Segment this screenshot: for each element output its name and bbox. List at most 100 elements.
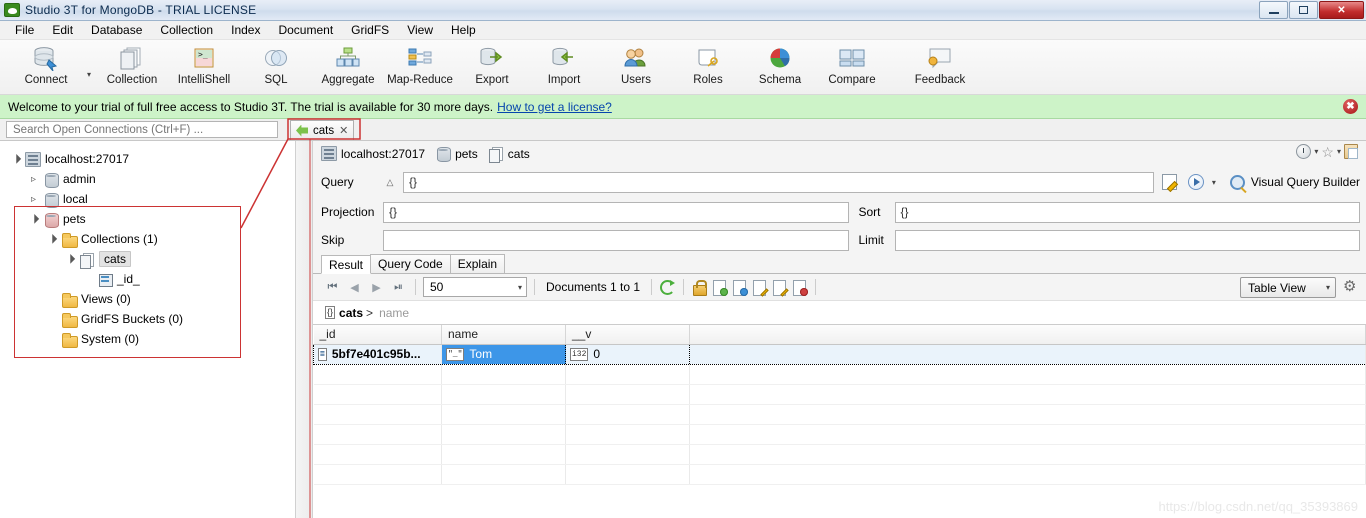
search-open-connections[interactable]: [6, 121, 278, 138]
run-dropdown-caret[interactable]: ▾: [1212, 178, 1216, 187]
page-size-select[interactable]: 50 ▾: [423, 277, 527, 297]
tree-node-local[interactable]: local: [10, 189, 295, 209]
tree-node-collections[interactable]: Collections (1): [10, 229, 295, 249]
projection-input[interactable]: {}: [383, 201, 849, 223]
cell-v[interactable]: i32 0: [565, 343, 690, 365]
menu-document[interactable]: Document: [269, 21, 342, 39]
table-row: [313, 384, 1366, 405]
collapse-icon[interactable]: △: [383, 177, 397, 188]
tab-query-code[interactable]: Query Code: [370, 254, 451, 273]
view-json-icon[interactable]: [731, 279, 749, 296]
gear-icon[interactable]: ⚙: [1343, 279, 1359, 295]
limit-label: Limit: [858, 233, 884, 247]
tree-node-pets[interactable]: pets: [10, 209, 295, 229]
title-bar: Studio 3T for MongoDB - TRIAL LICENSE ✕: [0, 0, 1366, 21]
users-icon: [623, 44, 649, 72]
tab-close-icon[interactable]: ✕: [339, 124, 348, 137]
toolbar-map-reduce[interactable]: Map-Reduce: [384, 40, 456, 86]
menu-collection[interactable]: Collection: [151, 21, 222, 39]
breadcrumb-collection[interactable]: cats: [508, 147, 530, 161]
toolbar-compare[interactable]: Compare: [816, 40, 888, 86]
menu-gridfs[interactable]: GridFS: [342, 21, 398, 39]
pane-splitter[interactable]: [296, 141, 313, 518]
tree-node-system[interactable]: System (0): [10, 329, 295, 349]
connect-dropdown-caret[interactable]: ▾: [82, 70, 96, 79]
limit-input[interactable]: [894, 229, 1360, 251]
first-page-button[interactable]: ⏮: [323, 278, 342, 297]
tree-node-views[interactable]: Views (0): [10, 289, 295, 309]
toolbar-export[interactable]: Export: [456, 40, 528, 86]
prev-page-button[interactable]: ◀: [345, 278, 364, 297]
add-document-icon[interactable]: [711, 279, 729, 296]
chevron-down-icon[interactable]: ▾: [1337, 147, 1341, 156]
menu-database[interactable]: Database: [82, 21, 151, 39]
twisty-icon[interactable]: [28, 214, 39, 225]
cell-name[interactable]: "_" Tom: [441, 343, 566, 365]
toolbar-roles[interactable]: Roles: [672, 40, 744, 86]
twisty-icon[interactable]: [28, 194, 39, 205]
query-input[interactable]: {}: [403, 171, 1154, 193]
lock-icon[interactable]: [691, 279, 708, 296]
clone-document-icon[interactable]: [771, 279, 788, 296]
twisty-icon[interactable]: [10, 154, 21, 165]
menu-edit[interactable]: Edit: [43, 21, 82, 39]
chevron-down-icon[interactable]: ▾: [1314, 147, 1318, 156]
toolbar-feedback[interactable]: Feedback: [904, 40, 976, 86]
skip-input[interactable]: [383, 229, 849, 251]
column-header-name[interactable]: name: [441, 325, 566, 345]
tab-cats[interactable]: cats ✕: [290, 120, 355, 140]
toolbar-sql[interactable]: SQL: [240, 40, 312, 86]
menu-help[interactable]: Help: [442, 21, 485, 39]
banner-close-icon[interactable]: ✖: [1343, 99, 1358, 114]
tree-node-cats[interactable]: cats: [10, 249, 295, 269]
clipboard-icon[interactable]: [1344, 144, 1358, 159]
search-input[interactable]: [11, 122, 277, 137]
twisty-icon[interactable]: [64, 254, 75, 265]
tree-node-admin[interactable]: admin: [10, 169, 295, 189]
column-header-v[interactable]: __v: [565, 325, 690, 345]
refresh-icon[interactable]: [659, 279, 676, 296]
toolbar-collection[interactable]: Collection: [96, 40, 168, 86]
toolbar-schema[interactable]: Schema: [744, 40, 816, 86]
documents-range-label: Documents 1 to 1: [546, 280, 641, 294]
view-mode-select[interactable]: Table View ▾: [1240, 277, 1336, 298]
favorite-star-icon[interactable]: ☆: [1321, 145, 1334, 159]
visual-query-builder-button[interactable]: Visual Query Builder: [1251, 175, 1360, 189]
menu-index[interactable]: Index: [222, 21, 269, 39]
toolbar-connect[interactable]: Connect: [10, 40, 82, 86]
history-icon[interactable]: [1296, 144, 1312, 159]
tree-node-localhost[interactable]: localhost:27017: [10, 149, 295, 169]
minimize-button[interactable]: [1259, 1, 1288, 19]
breadcrumb-server[interactable]: localhost:27017: [341, 147, 425, 161]
sort-input[interactable]: {}: [894, 201, 1360, 223]
run-query-button[interactable]: [1186, 172, 1206, 192]
delete-document-icon[interactable]: [791, 279, 809, 296]
maximize-button[interactable]: [1289, 1, 1318, 19]
aggregate-icon: [335, 44, 361, 72]
toolbar-aggregate[interactable]: Aggregate: [312, 40, 384, 86]
tab-explain[interactable]: Explain: [449, 254, 506, 273]
edit-query-button[interactable]: [1160, 172, 1180, 192]
menu-view[interactable]: View: [398, 21, 442, 39]
toolbar-import[interactable]: Import: [528, 40, 600, 86]
menu-file[interactable]: File: [6, 21, 43, 39]
breadcrumb: localhost:27017 pets cats ▾ ☆ ▾: [313, 141, 1366, 166]
close-button[interactable]: ✕: [1319, 1, 1364, 19]
toolbar-users[interactable]: Users: [600, 40, 672, 86]
next-page-button[interactable]: ▶: [367, 278, 386, 297]
cell-id[interactable]: ≣ 5bf7e401c95b...: [313, 343, 442, 365]
collection-icon: [119, 44, 145, 72]
column-header-id[interactable]: _id: [313, 325, 442, 345]
tab-result[interactable]: Result: [321, 255, 372, 274]
tree-node-id-index[interactable]: _id_: [10, 269, 295, 289]
last-page-button[interactable]: ⏯: [389, 278, 408, 297]
svg-text:>_: >_: [198, 50, 208, 59]
twisty-icon[interactable]: [28, 174, 39, 185]
breadcrumb-database[interactable]: pets: [455, 147, 478, 161]
table-row[interactable]: ≣ 5bf7e401c95b... "_" Tom i32 0: [313, 343, 1366, 365]
tree-node-gridfs-buckets[interactable]: GridFS Buckets (0): [10, 309, 295, 329]
edit-document-icon[interactable]: [751, 279, 768, 296]
get-license-link[interactable]: How to get a license?: [497, 100, 612, 114]
twisty-icon[interactable]: [46, 234, 57, 245]
toolbar-intellishell[interactable]: >_ IntelliShell: [168, 40, 240, 86]
